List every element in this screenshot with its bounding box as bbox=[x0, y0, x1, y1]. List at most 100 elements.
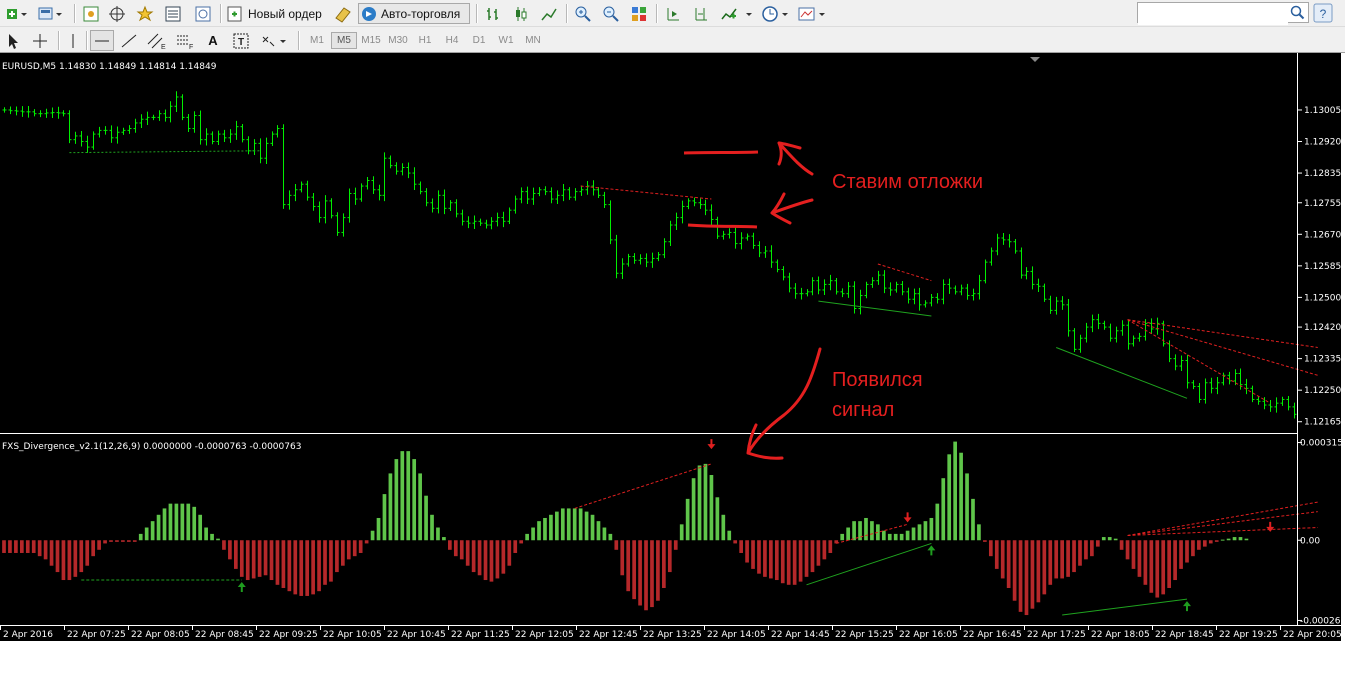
help-icon[interactable]: ? bbox=[1313, 3, 1333, 23]
histogram-bar bbox=[436, 527, 440, 541]
crosshair-icon[interactable] bbox=[30, 30, 50, 51]
chart-shift-icon[interactable] bbox=[690, 3, 712, 24]
time-label: 22 Apr 14:45 bbox=[771, 630, 830, 640]
profiles-icon[interactable] bbox=[36, 3, 68, 24]
histogram-bar bbox=[1143, 540, 1148, 585]
timeframe-m5[interactable]: M5 bbox=[331, 32, 357, 49]
timeframe-m1[interactable]: M1 bbox=[304, 32, 330, 49]
autotrading-button[interactable]: Авто-торговля bbox=[358, 3, 470, 24]
time-label: 22 Apr 12:05 bbox=[515, 630, 574, 640]
histogram-bar bbox=[430, 514, 434, 541]
search-box[interactable] bbox=[1137, 2, 1309, 25]
histogram-bar bbox=[1232, 537, 1237, 541]
histogram-bar bbox=[507, 540, 512, 566]
histogram-bar bbox=[19, 540, 24, 553]
favorites-icon[interactable] bbox=[134, 3, 156, 24]
histogram-bar bbox=[840, 533, 845, 541]
periods-icon[interactable] bbox=[760, 3, 792, 24]
timeframe-d1[interactable]: D1 bbox=[466, 32, 492, 49]
histogram-bar bbox=[1012, 540, 1017, 601]
fibonacci-icon[interactable]: F bbox=[174, 30, 196, 51]
histogram-bar bbox=[251, 540, 256, 579]
histogram-bar bbox=[1107, 537, 1112, 541]
data-window-icon[interactable] bbox=[162, 3, 184, 24]
histogram-bar bbox=[626, 540, 631, 592]
bar-chart-icon[interactable] bbox=[482, 3, 504, 24]
candles-icon[interactable] bbox=[510, 3, 532, 24]
chart-area[interactable]: 1.13005 1.12920 1.12835 1.12755 1.12670 1.125… bbox=[0, 53, 1345, 643]
navigator-icon[interactable] bbox=[106, 3, 128, 24]
line-chart-icon[interactable] bbox=[538, 3, 560, 24]
timeframe-w1[interactable]: W1 bbox=[493, 32, 519, 49]
histogram-bar bbox=[638, 540, 642, 606]
histogram-bar bbox=[893, 533, 898, 541]
histogram-bar bbox=[25, 540, 30, 553]
histogram-bar bbox=[852, 521, 856, 541]
new-order-button[interactable]: Новый ордер bbox=[226, 3, 328, 24]
histogram-bar bbox=[543, 517, 547, 541]
indicators-icon[interactable] bbox=[718, 3, 740, 24]
histogram-bar bbox=[1048, 540, 1053, 585]
zoom-out-icon[interactable] bbox=[600, 3, 622, 24]
timeframe-m15[interactable]: M15 bbox=[358, 32, 384, 49]
time-label: 22 Apr 07:25 bbox=[67, 630, 126, 640]
histogram-bar bbox=[798, 540, 803, 582]
tile-windows-icon[interactable] bbox=[628, 3, 650, 24]
histogram-bar bbox=[685, 498, 690, 541]
histogram-bar bbox=[632, 540, 636, 600]
histogram-bar bbox=[1179, 540, 1183, 569]
histogram-bar bbox=[531, 527, 535, 541]
timeframe-h1[interactable]: H1 bbox=[412, 32, 438, 49]
histogram-bar bbox=[1238, 537, 1243, 541]
histogram-bar bbox=[483, 540, 488, 581]
histogram-bar bbox=[810, 540, 815, 573]
arrows-icon[interactable] bbox=[258, 30, 292, 51]
histogram-bar bbox=[442, 537, 446, 541]
search-icon[interactable] bbox=[1290, 5, 1305, 24]
histogram-bar bbox=[55, 540, 60, 573]
histogram-bar bbox=[281, 540, 286, 588]
timeframe-mn[interactable]: MN bbox=[520, 32, 546, 49]
histogram-bar bbox=[590, 514, 595, 541]
templates-icon[interactable] bbox=[796, 3, 830, 24]
equidistant-channel-icon[interactable]: E bbox=[146, 30, 168, 51]
histogram-bar bbox=[656, 540, 660, 601]
histogram-bar bbox=[204, 527, 208, 541]
horizontal-line-icon[interactable] bbox=[90, 30, 114, 51]
metaeditor-icon[interactable] bbox=[332, 3, 354, 24]
indicator-scale-label: 0.000315 bbox=[1300, 439, 1343, 449]
histogram-bar bbox=[370, 530, 375, 541]
histogram-bar bbox=[572, 508, 577, 541]
market-watch-icon[interactable] bbox=[80, 3, 102, 24]
text-label-icon[interactable]: T bbox=[230, 30, 252, 51]
histogram-bar bbox=[293, 540, 298, 595]
histogram-bar bbox=[608, 533, 613, 541]
new-chart-icon[interactable] bbox=[4, 3, 34, 24]
histogram-bar bbox=[91, 540, 96, 557]
search-input[interactable] bbox=[1138, 5, 1288, 25]
histogram-bar bbox=[620, 540, 625, 576]
histogram-bar bbox=[317, 540, 321, 592]
autoscroll-icon[interactable] bbox=[662, 3, 684, 24]
histogram-bar bbox=[1149, 540, 1154, 593]
strategy-tester-icon[interactable] bbox=[192, 3, 214, 24]
vertical-line-icon[interactable] bbox=[64, 30, 82, 51]
histogram-bar bbox=[673, 540, 678, 550]
timeframe-h4[interactable]: H4 bbox=[439, 32, 465, 49]
histogram-bar bbox=[1244, 538, 1249, 541]
svg-text:E: E bbox=[161, 44, 166, 50]
cursor-icon[interactable] bbox=[4, 30, 22, 51]
histogram-bar bbox=[727, 530, 732, 541]
zoom-in-icon[interactable] bbox=[572, 3, 594, 24]
histogram-bar bbox=[911, 527, 916, 541]
trendline-icon[interactable] bbox=[118, 30, 140, 51]
indicator-scale-label: 0.00 bbox=[1300, 536, 1320, 546]
timeframe-m30[interactable]: M30 bbox=[385, 32, 411, 49]
histogram-bar bbox=[97, 540, 101, 550]
histogram-bar bbox=[168, 503, 173, 541]
histogram-bar bbox=[697, 465, 702, 541]
histogram-bar bbox=[1119, 540, 1124, 550]
histogram-bar bbox=[1131, 540, 1136, 569]
text-icon[interactable]: A bbox=[202, 30, 224, 51]
indicators-dropdown-icon[interactable] bbox=[744, 3, 754, 24]
